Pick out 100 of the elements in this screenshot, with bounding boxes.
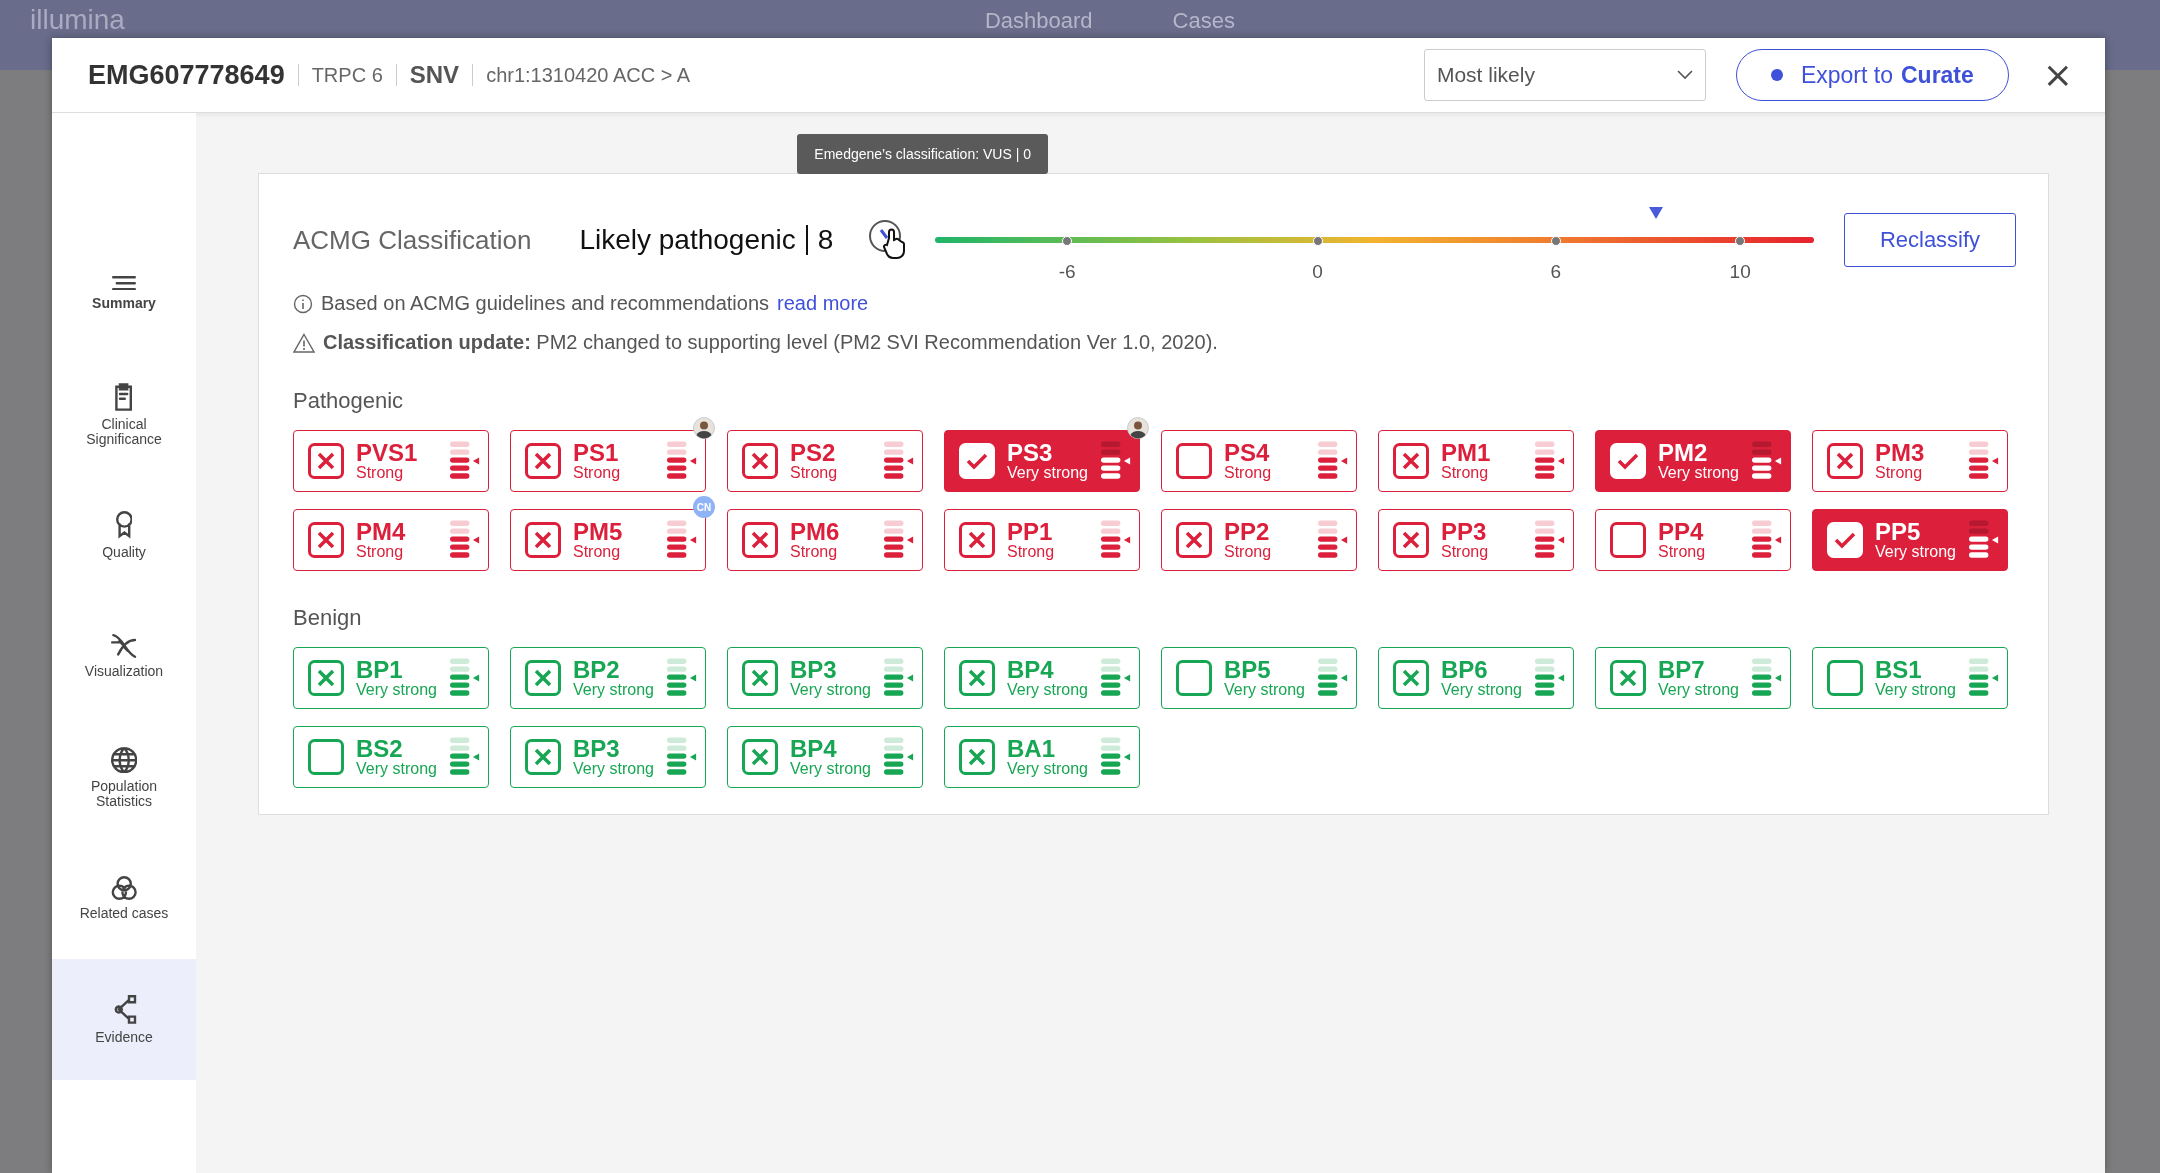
- logo: illumina: [30, 4, 125, 36]
- avatar-icon: [1127, 417, 1149, 439]
- strength-bars-icon: [884, 737, 914, 777]
- warning-icon: [293, 332, 315, 353]
- close-button[interactable]: ×: [2038, 57, 2077, 93]
- strength-bars-icon: [667, 737, 697, 777]
- sidebar-item[interactable]: Summary: [52, 233, 196, 354]
- strength-bars-icon: [884, 520, 914, 560]
- strength-bars-icon: [450, 658, 480, 698]
- gene-name: TRPC 6: [311, 63, 383, 87]
- scale-tick-label: 0: [1312, 261, 1323, 283]
- criterion-button[interactable]: BP1 Very strong: [293, 647, 489, 709]
- criterion-button[interactable]: PP3 Strong: [1378, 509, 1574, 571]
- variant-id: EMG607778649: [88, 59, 285, 91]
- criterion-button[interactable]: PP2 Strong: [1161, 509, 1357, 571]
- classification-score: 8: [817, 224, 834, 256]
- strength-bars-icon: [1318, 441, 1348, 481]
- dna-icon: [111, 634, 137, 659]
- strength-bars-icon: [1101, 737, 1131, 777]
- criterion-button[interactable]: PS3 Very strong: [944, 430, 1140, 492]
- criterion-button[interactable]: BA1 Very strong: [944, 726, 1140, 788]
- criterion-button[interactable]: PM4 Strong: [293, 509, 489, 571]
- user-initials-badge: CN: [693, 496, 715, 518]
- read-more-link[interactable]: read more: [777, 292, 869, 315]
- sidebar-item[interactable]: Related cases: [52, 838, 196, 959]
- strength-bars-icon: [667, 520, 697, 560]
- classification-result: Likely pathogenic: [579, 225, 808, 255]
- criterion-button[interactable]: BP2 Very strong: [510, 647, 706, 709]
- criterion-button[interactable]: PS4 Strong: [1161, 430, 1357, 492]
- criterion-button[interactable]: BP6 Very strong: [1378, 647, 1574, 709]
- scale-tick-label: 10: [1729, 261, 1751, 283]
- criterion-button[interactable]: PM2 Very strong: [1595, 430, 1791, 492]
- criterion-button[interactable]: BP4 Very strong: [727, 726, 923, 788]
- strength-bars-icon: [884, 658, 914, 698]
- update-message: Classification update: PM2 changed to supporting level (PM2 SVI Recommendation Ver 1.0, 2020).: [323, 331, 1218, 354]
- view-dropdown[interactable]: Most likely: [1423, 49, 1706, 101]
- group-title: Benign: [293, 605, 363, 631]
- criterion-button[interactable]: BP7 Very strong: [1595, 647, 1791, 709]
- scale-tick-label: 6: [1550, 261, 1561, 283]
- criterion-button[interactable]: PP1 Strong: [944, 509, 1140, 571]
- criterion-button[interactable]: BS2 Very strong: [293, 726, 489, 788]
- criterion-button[interactable]: BP4 Very strong: [944, 647, 1140, 709]
- group-title: Pathogenic: [293, 388, 405, 414]
- strength-bars-icon: [1101, 658, 1131, 698]
- strength-bars-icon: [1535, 441, 1565, 481]
- strength-bars-icon: [1101, 441, 1131, 481]
- criterion-button[interactable]: BP3 Very strong: [510, 726, 706, 788]
- sidebar-item[interactable]: Evidence: [52, 959, 196, 1080]
- scale-tick-label: -6: [1058, 261, 1076, 283]
- strength-bars-icon: [1318, 658, 1348, 698]
- criterion-button[interactable]: PM6 Strong: [727, 509, 923, 571]
- criterion-button[interactable]: BS1 Very strong: [1812, 647, 2008, 709]
- strength-bars-icon: [1752, 520, 1782, 560]
- nav-link[interactable]: Cases: [1172, 8, 1235, 34]
- criterion-button[interactable]: PS1 Strong: [510, 430, 706, 492]
- criterion-button[interactable]: BP5 Very strong: [1161, 647, 1357, 709]
- strength-bars-icon: [667, 441, 697, 481]
- avatar-icon: [693, 417, 715, 439]
- strength-bars-icon: [1101, 520, 1131, 560]
- strength-bars-icon: [1752, 441, 1782, 481]
- clipboard-icon: [114, 382, 134, 412]
- export-button[interactable]: Export to Curate: [1735, 49, 2009, 101]
- scale-tick-mark: [1062, 236, 1073, 246]
- criterion-button[interactable]: PM3 Strong: [1812, 430, 2008, 492]
- chevron-down-icon: [1676, 70, 1693, 80]
- strength-bars-icon: [1535, 658, 1565, 698]
- strength-bars-icon: [884, 441, 914, 481]
- tooltip: Emedgene’s classification: VUS | 0: [797, 134, 1048, 174]
- strength-bars-icon: [450, 441, 480, 481]
- variant-type: SNV: [409, 61, 460, 89]
- strength-bars-icon: [450, 520, 480, 560]
- sidebar-item[interactable]: Clinical Significance: [52, 354, 196, 475]
- strength-bars-icon: [667, 658, 697, 698]
- strength-bars-icon: [1969, 520, 1999, 560]
- dot-icon: [1770, 69, 1783, 81]
- sidebar-item[interactable]: Quality: [52, 475, 196, 596]
- sidebar-item[interactable]: Population Statistics: [52, 717, 196, 838]
- strength-bars-icon: [1969, 441, 1999, 481]
- strength-bars-icon: [1318, 520, 1348, 560]
- info-text: Based on ACMG guidelines and recommendations: [321, 292, 770, 315]
- criterion-button[interactable]: PP5 Very strong: [1812, 509, 2008, 571]
- nav-link[interactable]: Dashboard: [984, 8, 1093, 34]
- strength-bars-icon: [1752, 658, 1782, 698]
- scale-tick-mark: [1550, 236, 1561, 246]
- circles-icon: [110, 876, 138, 901]
- scale-tick-mark: [1312, 236, 1323, 246]
- ribbon-icon: [115, 511, 133, 539]
- globe-icon: [110, 746, 138, 773]
- strength-bars-icon: [1535, 520, 1565, 560]
- section-title: ACMG Classification: [293, 224, 532, 256]
- info-icon: [293, 293, 313, 314]
- criterion-button[interactable]: PS2 Strong: [727, 430, 923, 492]
- reclassify-button[interactable]: Reclassify: [1844, 213, 2016, 267]
- sidebar-item[interactable]: Visualization: [52, 596, 196, 717]
- criterion-button[interactable]: BP3 Very strong: [727, 647, 923, 709]
- strength-bars-icon: [450, 737, 480, 777]
- scale-tick-mark: [1735, 236, 1746, 246]
- criterion-button[interactable]: PP4 Strong: [1595, 509, 1791, 571]
- criterion-button[interactable]: PVS1 Strong: [293, 430, 489, 492]
- criterion-button[interactable]: PM1 Strong: [1378, 430, 1574, 492]
